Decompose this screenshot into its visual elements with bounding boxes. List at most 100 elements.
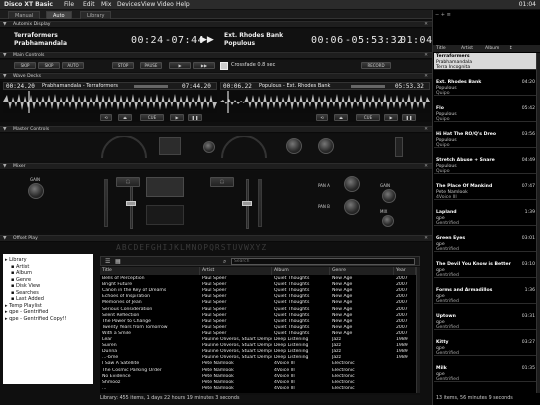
- tree-item[interactable]: ▪ Album: [11, 270, 32, 276]
- table-row[interactable]: Canon in the Key of Dreams Paul Speer Quie…: [100, 288, 416, 294]
- left-gain-knob[interactable]: [28, 183, 44, 199]
- collapse-icon[interactable]: ▼: [3, 74, 7, 80]
- left-pause-button[interactable]: ❚❚: [188, 114, 202, 121]
- playlist-scrollbar[interactable]: [536, 53, 540, 393]
- right-waveform[interactable]: [220, 91, 430, 113]
- section-wave-decks[interactable]: ▼ Wave Decks ✕: [0, 73, 432, 80]
- table-row[interactable]: Shmooz Pete Namlook 4Voice III Electronic: [100, 380, 416, 386]
- fade-button[interactable]: ▶▶: [193, 62, 215, 69]
- tab-library[interactable]: Library: [80, 11, 112, 19]
- table-row[interactable]: Memories of Jean Paul Speer Quiet Thoughts…: [100, 300, 416, 306]
- table-row[interactable]: ... Pete Namlook 4Voice III Electronic: [100, 386, 416, 392]
- table-row[interactable]: With a Smile Paul Speer Quiet Thoughts New …: [100, 331, 416, 337]
- col-album[interactable]: Album: [272, 267, 330, 275]
- playlist-item[interactable]: The Devil You Know is Better qpe Gentrifie…: [434, 261, 537, 278]
- tab-manual[interactable]: Manual: [8, 11, 41, 19]
- right-eject-button[interactable]: ⏏: [334, 114, 348, 121]
- right-play-button[interactable]: ▶: [384, 114, 398, 121]
- tree-item[interactable]: ▪ Genre: [11, 277, 31, 283]
- menu-icon[interactable]: ≡: [447, 12, 451, 18]
- left-pitch-slider[interactable]: [134, 85, 168, 88]
- tab-auto[interactable]: Auto: [46, 11, 72, 19]
- table-row[interactable]: Suiren Pauline Oliveros, Stuart DempsterD…: [100, 343, 416, 349]
- right-cue-button[interactable]: CUE: [356, 114, 380, 121]
- playlist-item[interactable]: Hi Hat The RO/Q's Dreo Populous Quipo 03:56: [434, 131, 537, 148]
- section-main-controls[interactable]: ▼ Main Controls ✕: [0, 52, 432, 59]
- tree-item[interactable]: ▪ Last Added: [11, 296, 44, 302]
- playlist-item[interactable]: Kitty qpe Gentrified 03:27: [434, 339, 537, 356]
- close-icon[interactable]: ✕: [424, 127, 428, 133]
- menu-help[interactable]: Help: [176, 0, 190, 10]
- playlist-item[interactable]: Milk qpe Gentrified 01:35: [434, 365, 537, 382]
- search-input[interactable]: [231, 258, 415, 265]
- collapse-icon[interactable]: ▼: [3, 164, 7, 170]
- table-row[interactable]: Lear Pauline Oliveros, Stuart DempsterDee…: [100, 337, 416, 343]
- left-play-button[interactable]: ▶: [170, 114, 184, 121]
- close-icon[interactable]: ✕: [424, 236, 428, 242]
- playlist-col-title[interactable]: Title: [436, 45, 446, 52]
- tree-item[interactable]: ▸ Library: [5, 257, 27, 263]
- table-row[interactable]: Dunna Pauline Oliveros, Stuart DempsterDe…: [100, 349, 416, 355]
- playlist-item[interactable]: Lapland qpe Gentrified 1:39: [434, 209, 537, 226]
- library-scrollbar[interactable]: [416, 267, 420, 393]
- table-row[interactable]: I Saw A Satellite Pete Namlook 4Voice III E…: [100, 361, 416, 367]
- sort-icon[interactable]: ↕: [509, 45, 513, 52]
- menu-video[interactable]: Video: [157, 0, 174, 10]
- right-loop-button[interactable]: ⟲: [316, 114, 328, 121]
- table-row[interactable]: Silent Reflection Paul Speer Quiet Thought…: [100, 313, 416, 319]
- playlist-item[interactable]: Flo Populous Quipo 05:42: [434, 105, 537, 122]
- menu-mix[interactable]: Mix: [101, 0, 111, 10]
- section-mixer[interactable]: ▼ Mixer ✕: [0, 163, 432, 170]
- pause-button[interactable]: PAUSE: [140, 62, 162, 69]
- add-icon[interactable]: +: [441, 12, 445, 18]
- master-volume-knob[interactable]: [286, 138, 302, 154]
- menu-devices[interactable]: Devices: [117, 0, 141, 10]
- collapse-icon[interactable]: ▼: [3, 22, 7, 28]
- pan-a-knob[interactable]: [344, 176, 360, 192]
- col-year[interactable]: Year: [394, 267, 416, 275]
- playlist-item[interactable]: Forms and Armadillos qpe Gentrified 1:36: [434, 287, 537, 304]
- playlist-item[interactable]: Ext. Rhodes Bank Populous Quipo 04:20: [434, 79, 537, 96]
- playlist-item[interactable]: Terraformers Prabhamandala Terra Incognita: [434, 53, 537, 70]
- collapse-icon[interactable]: ▼: [3, 236, 7, 242]
- left-headphone-button[interactable]: 🎧: [116, 177, 140, 187]
- skip-back-button[interactable]: SKIP: [14, 62, 36, 69]
- mix-knob[interactable]: [382, 215, 394, 227]
- table-row[interactable]: Twenty Years from Tomorrow Paul Speer Quie…: [100, 325, 416, 331]
- left-waveform[interactable]: [3, 91, 217, 113]
- table-row[interactable]: Bells of Perception Paul Speer Quiet Thoug…: [100, 276, 416, 282]
- list-view-icon[interactable]: ☰: [105, 257, 110, 266]
- tree-item[interactable]: ▪ Searches: [11, 290, 39, 296]
- col-artist[interactable]: Artist: [200, 267, 272, 275]
- right-pause-button[interactable]: ❚❚: [402, 114, 416, 121]
- close-icon[interactable]: ✕: [424, 22, 428, 28]
- section-automix[interactable]: ▼ Automix Display ✕: [0, 21, 432, 28]
- close-icon[interactable]: ✕: [424, 74, 428, 80]
- grid-view-icon[interactable]: ▦: [115, 257, 121, 266]
- alphabet-jump-bar[interactable]: ABCDEFGHIJKLMNOPQRSTUVWXYZ: [116, 243, 267, 252]
- col-title[interactable]: Title: [100, 267, 200, 275]
- section-offset-play[interactable]: ▼ Offset Play ✕: [0, 235, 432, 242]
- table-row[interactable]: Bright Future Paul Speer Quiet Thoughts New…: [100, 282, 416, 288]
- tree-item[interactable]: ▪ Disk View: [11, 283, 40, 289]
- tree-item[interactable]: ▪ Artist: [11, 264, 29, 270]
- tree-item[interactable]: ▸ Temp Playlist: [5, 303, 42, 309]
- playlist-item[interactable]: Stretch Abuse + Snare Populous Quipo 04:49: [434, 157, 537, 174]
- tree-item[interactable]: ▸ qpe - Gentrified: [5, 309, 48, 315]
- pan-b-knob[interactable]: [344, 199, 360, 215]
- playlist-col-album[interactable]: Album: [485, 45, 499, 52]
- left-eject-button[interactable]: ⏏: [118, 114, 132, 121]
- mix-button[interactable]: ▶: [169, 62, 191, 69]
- collapse-icon[interactable]: ▼: [3, 53, 7, 59]
- close-icon[interactable]: ✕: [424, 53, 428, 59]
- table-row[interactable]: Serious Consideration Paul Speer Quiet Tho…: [100, 307, 416, 313]
- crossfader-area[interactable]: [146, 205, 184, 225]
- table-row[interactable]: The Power to Change Paul Speer Quiet Thoug…: [100, 319, 416, 325]
- collapse-icon[interactable]: ▼: [3, 127, 7, 133]
- table-row[interactable]: The Cosmic Parking Order Pete Namlook 4Voi…: [100, 368, 416, 374]
- playlist-item[interactable]: The Place Of Mankind Pete Namlook 4Voice I…: [434, 183, 537, 200]
- menu-file[interactable]: File: [64, 0, 74, 10]
- col-genre[interactable]: Genre: [330, 267, 394, 275]
- left-cue-button[interactable]: CUE: [140, 114, 164, 121]
- left-loop-button[interactable]: ⟲: [100, 114, 112, 121]
